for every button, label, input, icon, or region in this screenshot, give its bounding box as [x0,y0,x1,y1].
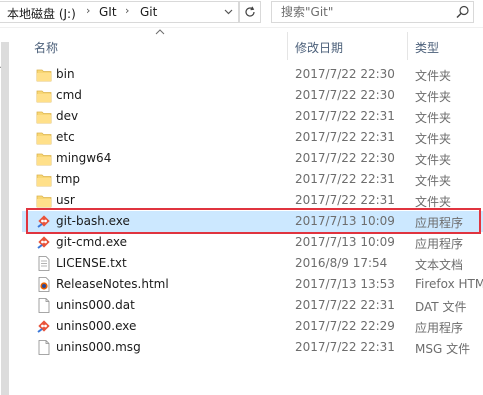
file-date: 2017/7/22 22:29 [295,319,395,333]
address-bar: 本地磁盘 (J:) › GIt › Git [0,0,483,28]
file-type: Firefox HTM [415,277,483,291]
breadcrumb[interactable]: 本地磁盘 (J:) › GIt › Git [0,1,239,23]
file-date: 2017/7/13 10:09 [295,214,395,228]
search-box[interactable] [271,1,474,23]
file-date: 2017/7/22 22:31 [295,193,395,207]
file-type: 文本文档 [415,258,464,272]
folder-icon [36,67,52,82]
folder-icon [36,109,52,124]
file-name: mingw64 [56,151,112,165]
file-row[interactable]: LICENSE.txt 2016/8/9 17:54 文本文档 [22,253,483,274]
git-app-icon [36,235,52,250]
file-row[interactable]: unins000.msg 2017/7/22 22:31 MSG 文件 [22,337,483,358]
crumb-separator[interactable]: › [125,4,129,17]
file-type: MSG 文件 [415,342,471,356]
column-type[interactable]: 类型 [415,39,439,56]
text-document-icon [36,256,52,271]
crumb-drive[interactable]: 本地磁盘 (J:) [7,5,76,22]
file-row[interactable]: bin 2017/7/22 22:30 文件夹 [22,64,483,85]
file-date: 2017/7/22 22:30 [295,67,395,81]
file-name: unins000.dat [56,298,135,312]
file-date: 2017/7/22 22:31 [295,130,395,144]
file-row[interactable]: git-cmd.exe 2017/7/13 10:09 应用程序 [22,232,483,253]
refresh-icon [244,6,256,22]
git-app-icon [36,214,52,229]
firefox-html-icon [36,277,52,292]
file-type: DAT 文件 [415,300,467,314]
file-row[interactable]: cmd 2017/7/22 22:30 文件夹 [22,85,483,106]
file-type: 文件夹 [415,195,452,209]
search-icon[interactable] [456,5,470,19]
file-type: 文件夹 [415,174,452,188]
file-date: 2017/7/22 22:31 [295,340,395,354]
file-name: cmd [56,88,82,102]
file-type: 应用程序 [415,216,464,230]
file-name: bin [56,67,75,81]
search-input[interactable] [272,2,451,22]
file-name: usr [56,193,75,207]
file-row[interactable]: ReleaseNotes.html 2017/7/13 13:53 Firefox … [22,274,483,295]
file-name: git-cmd.exe [56,235,127,249]
column-name[interactable]: 名称 [34,39,58,56]
file-type: 文件夹 [415,90,452,104]
file-date: 2017/7/13 10:09 [295,235,395,249]
generic-file-icon [36,340,52,355]
file-type: 文件夹 [415,111,452,125]
crumb-separator[interactable]: › [86,4,90,17]
git-app-icon [36,319,52,334]
file-row[interactable]: unins000.dat 2017/7/22 22:31 DAT 文件 [22,295,483,316]
refresh-button[interactable] [239,1,261,23]
file-date: 2017/7/22 22:31 [295,172,395,186]
file-name: ReleaseNotes.html [56,277,169,291]
file-type: 应用程序 [415,237,464,251]
folder-icon [36,172,52,187]
folder-icon [36,151,52,166]
file-name: dev [56,109,79,123]
file-row[interactable]: tmp 2017/7/22 22:31 文件夹 [22,169,483,190]
column-date[interactable]: 修改日期 [295,39,343,56]
file-type: 文件夹 [415,69,452,83]
chevron-down-icon[interactable] [219,2,238,22]
file-row[interactable]: dev 2017/7/22 22:31 文件夹 [22,106,483,127]
file-type: 文件夹 [415,153,452,167]
crumb-git-parent[interactable]: GIt [99,5,117,19]
crumb-git[interactable]: Git [140,5,157,19]
column-divider[interactable] [287,32,288,60]
file-date: 2017/7/22 22:30 [295,88,395,102]
file-date: 2017/7/22 22:31 [295,298,395,312]
file-date: 2017/7/22 22:31 [295,109,395,123]
file-row[interactable]: etc 2017/7/22 22:31 文件夹 [22,127,483,148]
file-type: 文件夹 [415,132,452,146]
file-row[interactable]: usr 2017/7/22 22:31 文件夹 [22,190,483,211]
file-date: 2016/8/9 17:54 [295,256,388,270]
file-date: 2017/7/22 22:30 [295,151,395,165]
sort-ascending-icon [155,28,165,38]
file-date: 2017/7/13 13:53 [295,277,395,291]
file-row[interactable]: unins000.exe 2017/7/22 22:29 应用程序 [22,316,483,337]
generic-file-icon [36,298,52,313]
file-row[interactable]: git-bash.exe 2017/7/13 10:09 应用程序 [22,211,483,232]
folder-icon [36,130,52,145]
file-name: unins000.exe [56,319,137,333]
folder-icon [36,193,52,208]
column-header: 名称 修改日期 类型 [14,28,483,65]
file-type: 应用程序 [415,321,464,335]
column-divider[interactable] [407,32,408,60]
file-name: git-bash.exe [56,214,130,228]
file-name: LICENSE.txt [56,256,127,270]
file-row[interactable]: mingw64 2017/7/22 22:30 文件夹 [22,148,483,169]
file-name: etc [56,130,75,144]
file-name: unins000.msg [56,340,141,354]
file-name: tmp [56,172,81,186]
folder-icon [36,88,52,103]
nav-scrollbar[interactable] [1,42,9,395]
